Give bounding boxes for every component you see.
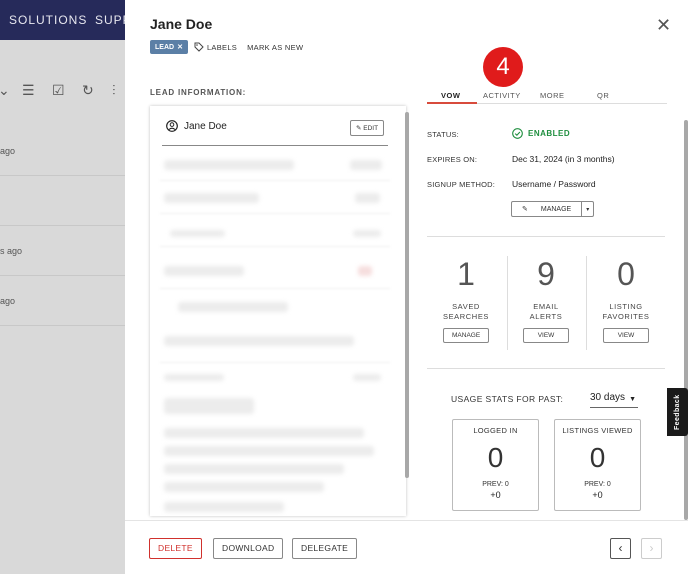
tab-more[interactable]: MORE xyxy=(540,91,565,100)
list-item[interactable]: s ago xyxy=(0,226,126,276)
signup-value: Username / Password xyxy=(512,179,596,189)
chevron-down-icon: ▼ xyxy=(629,396,636,403)
divider xyxy=(160,362,390,363)
tab-activity[interactable]: ACTIVITY xyxy=(483,91,521,100)
blurred-content xyxy=(353,374,381,381)
chevron-down-icon[interactable]: ▾ xyxy=(581,202,593,216)
list-toolbar: ⌄ ☰ ☑ ↻ ⫶ xyxy=(0,78,130,104)
user-icon xyxy=(166,120,178,132)
delegate-button[interactable]: DELEGATE xyxy=(292,538,358,559)
close-icon[interactable]: ✕ xyxy=(656,15,671,36)
usage-listings-viewed: LISTINGS VIEWED 0 PREV: 0 +0 xyxy=(554,419,641,511)
blurred-content xyxy=(355,193,380,203)
blurred-content xyxy=(164,266,244,276)
filter-icon[interactable]: ☰ xyxy=(22,82,35,99)
status-label: STATUS: xyxy=(427,130,459,139)
signup-label: SIGNUP METHOD: xyxy=(427,180,496,189)
divider xyxy=(427,236,665,237)
remove-tag-icon[interactable]: ✕ xyxy=(177,43,183,51)
delete-button[interactable]: DELETE xyxy=(149,538,202,559)
lead-name: Jane Doe xyxy=(184,120,227,132)
sort-icon[interactable]: ⌄ xyxy=(0,82,10,99)
previous-lead-button[interactable]: ‹ xyxy=(610,538,631,559)
stat-email-alerts: 9 EMAIL ALERTS VIEW xyxy=(506,256,586,343)
pencil-icon: ✎ xyxy=(522,206,528,213)
lead-header: Jane Doe xyxy=(166,120,227,132)
tab-vow[interactable]: VOW xyxy=(441,91,460,100)
feedback-tab[interactable]: Feedback xyxy=(667,388,688,436)
list-item[interactable]: ago xyxy=(0,276,126,326)
blurred-content xyxy=(358,266,372,276)
modal-footer: DELETE DOWNLOAD DELEGATE ‹ › xyxy=(125,520,688,574)
active-tab-indicator xyxy=(427,102,477,104)
blurred-content xyxy=(164,193,259,203)
lead-card-scrollbar[interactable] xyxy=(405,112,409,478)
blurred-content xyxy=(164,374,224,381)
refresh-icon[interactable]: ↻ xyxy=(82,82,94,99)
expires-label: EXPIRES ON: xyxy=(427,155,478,164)
status-value: ENABLED xyxy=(512,128,570,139)
blurred-content xyxy=(164,398,254,414)
divider xyxy=(160,246,390,247)
tab-qr[interactable]: QR xyxy=(597,91,609,100)
manage-button-main[interactable]: ✎ MANAGE xyxy=(512,202,581,216)
tag-bar: LEAD ✕ LABELS MARK AS NEW xyxy=(150,39,303,55)
blurred-content xyxy=(164,428,364,438)
callout-badge: 4 xyxy=(483,47,523,87)
blurred-content xyxy=(164,464,344,474)
blurred-content xyxy=(178,302,288,312)
mark-as-new-button[interactable]: MARK AS NEW xyxy=(247,43,303,52)
divider xyxy=(160,288,390,289)
divider xyxy=(160,180,390,181)
stat-saved-searches: 1 SAVED SEARCHES MANAGE xyxy=(426,256,506,343)
blurred-content xyxy=(164,502,284,512)
checkbox-icon[interactable]: ☑ xyxy=(52,82,65,99)
tag-icon xyxy=(194,42,204,52)
view-alerts-button[interactable]: VIEW xyxy=(523,328,569,343)
divider xyxy=(160,213,390,214)
manage-button[interactable]: ✎ MANAGE ▾ xyxy=(511,201,595,217)
lead-badge[interactable]: LEAD ✕ xyxy=(150,40,188,54)
divider xyxy=(162,145,388,146)
lead-info-card: Jane Doe ✎ EDIT xyxy=(150,106,406,516)
stat-listing-favorites: 0 LISTING FAVORITES VIEW xyxy=(586,256,666,343)
list-item[interactable]: ago xyxy=(0,126,126,176)
usage-label: USAGE STATS FOR PAST: xyxy=(451,394,564,404)
blurred-content xyxy=(164,160,294,170)
next-lead-button[interactable]: › xyxy=(641,538,662,559)
download-button[interactable]: DOWNLOAD xyxy=(213,538,284,559)
modal-title: Jane Doe xyxy=(150,16,213,32)
manage-searches-button[interactable]: MANAGE xyxy=(443,328,489,343)
blurred-content xyxy=(353,230,381,237)
blurred-content xyxy=(164,446,374,456)
list-item[interactable] xyxy=(0,176,126,226)
blurred-content xyxy=(170,230,225,237)
divider xyxy=(427,368,665,369)
vow-panel-scrollbar[interactable] xyxy=(684,120,688,520)
blurred-content xyxy=(164,336,354,346)
expires-value: Dec 31, 2024 (in 3 months) xyxy=(512,154,615,164)
view-favorites-button[interactable]: VIEW xyxy=(603,328,649,343)
check-circle-icon xyxy=(512,128,523,139)
blurred-content xyxy=(164,482,324,492)
usage-period-select[interactable]: 30 days ▼ xyxy=(590,392,638,408)
edit-button[interactable]: ✎ EDIT xyxy=(350,120,385,136)
section-label: LEAD INFORMATION: xyxy=(150,88,247,97)
nav-item-solutions[interactable]: SOLUTIONS xyxy=(9,13,87,27)
blurred-content xyxy=(350,160,382,170)
columns-icon[interactable]: ⫶ xyxy=(112,82,116,99)
usage-logged-in: LOGGED IN 0 PREV: 0 +0 xyxy=(452,419,539,511)
labels-button[interactable]: LABELS xyxy=(194,42,237,52)
